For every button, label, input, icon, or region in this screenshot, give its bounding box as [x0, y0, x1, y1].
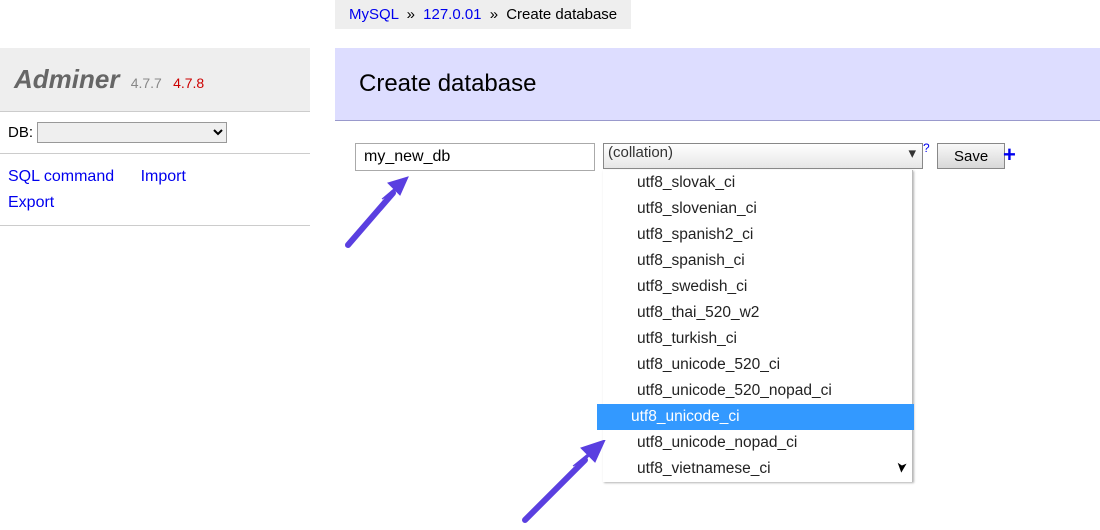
breadcrumb-host[interactable]: 127.0.01	[423, 6, 481, 23]
mouse-cursor-icon: ➤	[893, 461, 911, 474]
breadcrumb-dbms[interactable]: MySQL	[349, 6, 398, 23]
save-button[interactable]: Save	[937, 143, 1005, 169]
collation-option[interactable]: utf8_turkish_ci	[603, 326, 912, 352]
breadcrumb-sep: »	[407, 6, 415, 23]
collation-option[interactable]: utf8_spanish2_ci	[603, 222, 912, 248]
collation-option[interactable]: utf8_unicode_520_nopad_ci	[603, 378, 912, 404]
link-sql-command[interactable]: SQL command	[8, 168, 114, 185]
db-select[interactable]	[37, 122, 227, 143]
collation-option[interactable]: utf8_unicode_nopad_ci	[603, 430, 912, 456]
collation-option[interactable]: utf8_spanish_ci	[603, 248, 912, 274]
logo-bar: Adminer 4.7.7 4.7.8	[0, 48, 310, 111]
collation-option[interactable]: utf8_slovak_ci	[603, 170, 912, 196]
link-export[interactable]: Export	[8, 194, 54, 211]
collation-placeholder: (collation)	[608, 144, 673, 161]
db-name-input[interactable]	[355, 143, 595, 171]
db-selector-row: DB:	[0, 111, 310, 154]
collation-option[interactable]: utf8_thai_520_w2	[603, 300, 912, 326]
page-title: Create database	[335, 48, 1100, 121]
collation-dropdown[interactable]: utf8_slovak_ciutf8_slovenian_ciutf8_span…	[603, 170, 913, 482]
collation-option[interactable]: utf8_swedish_ci	[603, 274, 912, 300]
add-button[interactable]: +	[1003, 145, 1016, 165]
collation-select[interactable]: (collation) ▾	[603, 143, 923, 169]
collation-help-link[interactable]: ?	[923, 141, 930, 155]
sidebar-links: SQL command Import Export	[0, 154, 310, 226]
logo-text: Adminer	[14, 64, 119, 94]
chevron-down-icon: ▾	[908, 144, 916, 162]
sidebar: Adminer 4.7.7 4.7.8 DB: SQL command Impo…	[0, 48, 310, 226]
create-db-form: (collation) ▾ ? Save +	[355, 143, 595, 171]
breadcrumb-sep: »	[490, 6, 498, 23]
version-current: 4.7.7	[131, 75, 162, 91]
breadcrumb: MySQL » 127.0.01 » Create database	[335, 0, 631, 29]
link-import[interactable]: Import	[141, 168, 186, 185]
db-label: DB:	[8, 124, 33, 141]
collation-option[interactable]: utf8_unicode_ci	[597, 404, 914, 430]
collation-option[interactable]: utf8_unicode_520_ci	[603, 352, 912, 378]
annotation-arrow	[515, 440, 615, 530]
collation-option[interactable]: utf8_slovenian_ci	[603, 196, 912, 222]
annotation-arrow	[338, 175, 418, 255]
breadcrumb-current: Create database	[506, 6, 617, 23]
version-new[interactable]: 4.7.8	[173, 75, 204, 91]
collation-option[interactable]: utf8_vietnamese_ci	[603, 456, 912, 482]
